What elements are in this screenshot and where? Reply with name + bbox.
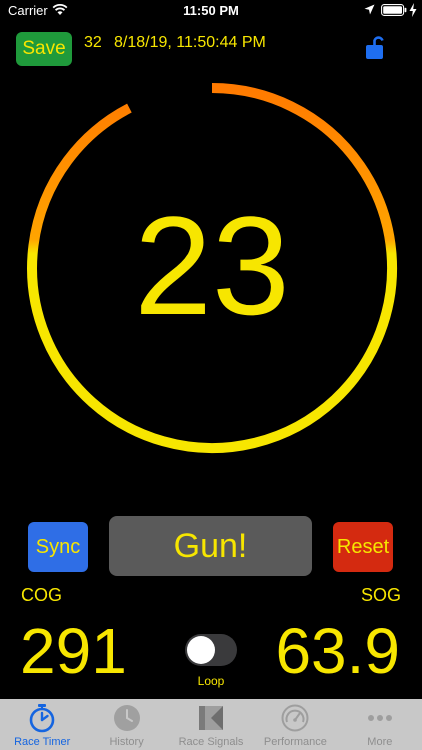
tab-bar: Race Timer History Race Signals Performa… (0, 699, 422, 750)
sog-value: 63.9 (275, 615, 400, 687)
lock-icon[interactable] (364, 34, 386, 60)
gun-button[interactable]: Gun! (109, 516, 312, 576)
location-arrow-icon (364, 4, 375, 15)
sog-label: SOG (360, 585, 401, 605)
race-datetime: 8/18/19, 11:50:44 PM (114, 34, 266, 51)
speedometer-icon (281, 704, 309, 732)
status-time: 11:50 PM (183, 3, 239, 18)
tab-label-more: More (367, 736, 393, 748)
save-button[interactable]: Save (16, 32, 72, 66)
loop-toggle-knob (187, 636, 215, 664)
charging-bolt-icon (409, 3, 417, 17)
clock-icon (113, 705, 140, 731)
tab-race-timer[interactable]: Race Timer (0, 699, 84, 750)
tab-performance[interactable]: Performance (253, 699, 337, 750)
tab-history[interactable]: History (84, 699, 168, 750)
loop-label: Loop (197, 674, 225, 688)
reset-button[interactable]: Reset (333, 522, 393, 572)
stopwatch-icon (29, 704, 55, 733)
tab-label-history: History (109, 736, 144, 748)
tab-more[interactable]: More (338, 699, 422, 750)
race-number: 32 (84, 34, 102, 51)
tab-race-signals[interactable]: Race Signals (169, 699, 253, 750)
tab-label-race-signals: Race Signals (178, 736, 244, 748)
cog-value: 291 (20, 615, 127, 687)
flag-icon (199, 706, 224, 730)
countdown-value: 23 (134, 187, 290, 344)
loop-toggle[interactable] (185, 634, 237, 666)
tab-label-race-timer: Race Timer (14, 736, 71, 748)
status-bar: Carrier 11:50 PM (0, 0, 422, 22)
more-icon (367, 715, 392, 721)
sync-button[interactable]: Sync (28, 522, 88, 572)
battery-icon (381, 4, 407, 16)
cog-label: COG (21, 585, 63, 605)
tab-label-performance: Performance (263, 736, 327, 748)
